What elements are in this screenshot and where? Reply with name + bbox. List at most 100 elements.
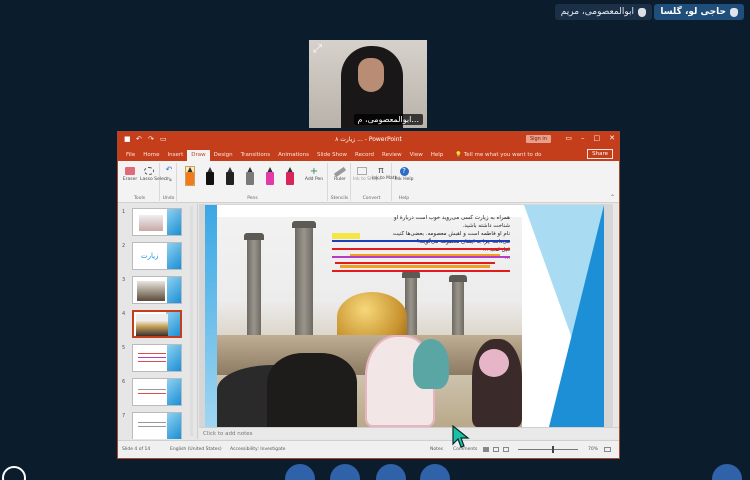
- tab-file[interactable]: File: [122, 150, 139, 161]
- window-controls: ▭ – □ ✕: [565, 134, 615, 142]
- tab-slide-show[interactable]: Slide Show: [313, 150, 351, 161]
- close-icon[interactable]: ✕: [609, 134, 615, 142]
- sign-in-button[interactable]: Sign in: [525, 135, 551, 143]
- pen-black-1[interactable]: [206, 167, 214, 185]
- participant-tag-secondary[interactable]: ابوالمعصومی، مریم: [554, 4, 652, 20]
- language-indicator[interactable]: English (United States): [170, 447, 222, 452]
- thumb-decoration: [167, 379, 181, 405]
- shapes-icon: [357, 167, 367, 175]
- ink-underline-red: [335, 262, 495, 264]
- expand-icon[interactable]: ⤢: [313, 43, 325, 55]
- share-button[interactable]: Share: [587, 149, 613, 159]
- participant-tag-primary[interactable]: حاجی لو، گلسا: [654, 4, 744, 20]
- current-slide[interactable]: همراه به زیارت کسی می‌روید خوب است دربار…: [205, 205, 604, 427]
- redo-button[interactable]: ↷: [163, 177, 175, 185]
- girl-teal-scarf: [413, 339, 449, 389]
- zoom-slider-thumb[interactable]: [552, 446, 554, 453]
- ink-help-button[interactable]: ? Ink Help: [395, 167, 413, 182]
- maximize-icon[interactable]: □: [594, 134, 601, 142]
- webcam-video[interactable]: ⤢ ابوالمعصومی، م...: [309, 40, 427, 128]
- tab-design[interactable]: Design: [210, 150, 237, 161]
- thumb-line: [138, 361, 166, 362]
- ink-to-shape-button[interactable]: Ink to Shape: [353, 167, 381, 182]
- highlight-yellow: [332, 233, 360, 239]
- reading-view-icon[interactable]: [503, 447, 509, 452]
- ruler-button[interactable]: Ruler: [331, 166, 349, 182]
- slide-scrollbar[interactable]: [613, 204, 619, 427]
- slide-thumbnail-5[interactable]: [132, 344, 182, 372]
- collapse-ribbon-icon[interactable]: ⌃: [610, 194, 615, 201]
- share-screen-button[interactable]: [285, 464, 315, 480]
- tab-animations[interactable]: Animations: [274, 150, 313, 161]
- thumb-number: 4: [122, 311, 126, 317]
- tab-home[interactable]: Home: [139, 150, 163, 161]
- slide-canvas[interactable]: همراه به زیارت کسی می‌روید خوب است دربار…: [199, 204, 619, 427]
- slide-thumbnail-6[interactable]: [132, 378, 182, 406]
- mic-icon: [730, 7, 738, 17]
- tell-me-search[interactable]: 💡 Tell me what you want to do: [455, 150, 541, 161]
- slide-thumbnail-3[interactable]: [132, 276, 182, 304]
- tab-view[interactable]: View: [406, 150, 427, 161]
- microphone-button[interactable]: [376, 464, 406, 480]
- fit-to-window-icon[interactable]: [604, 447, 611, 452]
- tools-group: Eraser Lasso Select Tools: [120, 163, 168, 201]
- pen-orange[interactable]: [185, 166, 195, 186]
- thumbnail-scrollbar[interactable]: [190, 206, 193, 436]
- slide-thumbnail-4[interactable]: [132, 310, 182, 338]
- slide-thumbnail-2[interactable]: زیارت: [132, 242, 182, 270]
- undo-button[interactable]: ↶: [163, 166, 175, 174]
- highlighter-pink[interactable]: [286, 167, 294, 185]
- tab-help[interactable]: Help: [427, 150, 448, 161]
- slide-thumbnails-pane[interactable]: 1 2 زیارت 3 4 5 6 7: [118, 204, 198, 439]
- zoom-slider[interactable]: [518, 449, 578, 450]
- info-icon[interactable]: [2, 466, 26, 480]
- accessibility-status[interactable]: Accessibility: Investigate: [230, 447, 285, 452]
- thumb-decoration: [167, 277, 181, 303]
- redo-icon[interactable]: ↷: [148, 136, 155, 143]
- mic-icon: [638, 7, 646, 17]
- notes-pane[interactable]: Click to add notes: [199, 427, 619, 439]
- tab-review[interactable]: Review: [378, 150, 406, 161]
- pen-black-2[interactable]: [226, 167, 234, 185]
- slide-sorter-icon[interactable]: [493, 447, 499, 452]
- participants-button[interactable]: [420, 464, 450, 480]
- slide-thumbnail-1[interactable]: [132, 208, 182, 236]
- presenter-face: [358, 58, 384, 92]
- save-icon[interactable]: ■: [124, 136, 131, 143]
- pencil-gray[interactable]: [246, 167, 254, 185]
- lasso-select-button[interactable]: Lasso Select: [140, 167, 168, 182]
- slide-text-box[interactable]: همراه به زیارت کسی می‌روید خوب است دربار…: [330, 213, 510, 273]
- stencils-group-label: Stencils: [330, 196, 349, 201]
- tell-me-text: Tell me what you want to do: [463, 152, 542, 158]
- tab-transitions[interactable]: Transitions: [237, 150, 274, 161]
- add-pen-label: Add Pen: [304, 177, 324, 182]
- minimize-icon[interactable]: –: [581, 134, 585, 142]
- girl-pink-scarf: [479, 349, 509, 377]
- ink-to-math-button[interactable]: π Ink to Math: [372, 167, 397, 182]
- notes-toggle[interactable]: Notes: [430, 447, 443, 452]
- normal-view-icon[interactable]: [483, 447, 489, 452]
- powerpoint-window[interactable]: ■ ↶ ↷ ▭ زیارت ۸ ... - PowerPoint Sign in…: [117, 131, 620, 459]
- present-icon[interactable]: ▭: [160, 136, 167, 143]
- more-options-button[interactable]: [712, 464, 742, 480]
- minaret-cap: [449, 275, 467, 282]
- zoom-level[interactable]: 70%: [588, 447, 598, 452]
- camera-button[interactable]: [330, 464, 360, 480]
- tab-record[interactable]: Record: [351, 150, 378, 161]
- tab-insert[interactable]: Insert: [163, 150, 187, 161]
- add-pen-button[interactable]: + Add Pen: [304, 167, 324, 183]
- help-icon: ?: [399, 167, 409, 176]
- thumb-line: [138, 389, 166, 390]
- tab-draw[interactable]: Draw: [187, 150, 210, 161]
- ruler-icon: [333, 166, 347, 178]
- pen-magenta[interactable]: [266, 167, 274, 185]
- slide-thumbnail-7[interactable]: [132, 412, 182, 439]
- status-bar: Slide 4 of 14 English (United States) Ac…: [118, 440, 619, 458]
- pens-group: + Add Pen Pens: [178, 163, 328, 201]
- thumb-decoration: [167, 243, 181, 269]
- pen-body: [226, 172, 234, 185]
- ribbon-display-icon[interactable]: ▭: [565, 134, 572, 142]
- slide-decoration-left: [205, 205, 217, 427]
- undo-icon[interactable]: ↶: [136, 136, 143, 143]
- eraser-button[interactable]: Eraser: [122, 167, 138, 182]
